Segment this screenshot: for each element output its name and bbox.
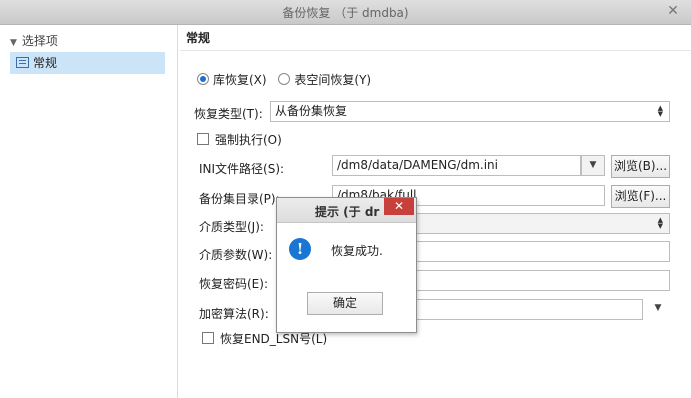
force-exec-label: 强制执行(O) xyxy=(215,133,282,147)
dialog-message: 恢复成功. xyxy=(331,244,383,258)
list-icon xyxy=(16,57,29,68)
dialog-title: 提示 (于 dr xyxy=(315,205,380,219)
window-close-icon[interactable]: ✕ xyxy=(661,2,685,20)
backup-dir-label: 备份集目录(P): xyxy=(199,192,280,206)
spinner-arrows-icon: ▲ ▼ xyxy=(657,216,663,230)
restore-type-label: 恢复类型(T): xyxy=(194,107,263,121)
checkbox-icon[interactable] xyxy=(202,332,214,344)
ini-path-label: INI文件路径(S): xyxy=(199,162,285,176)
tree-header-label: 选择项 xyxy=(21,34,58,48)
encrypt-alg-label: 加密算法(R): xyxy=(199,307,269,321)
radio-unselected-icon[interactable] xyxy=(278,73,291,85)
media-type-label: 介质类型(J): xyxy=(199,220,264,234)
radio-db-restore-label: 库恢复(X) xyxy=(213,73,267,87)
encrypt-alg-dropdown-icon[interactable]: ▼ xyxy=(646,299,670,320)
browse-backup-dir-button[interactable]: 浏览(F)... xyxy=(611,185,670,208)
chevron-down-icon[interactable]: ▼ xyxy=(10,38,17,48)
restore-type-value: 从备份集恢复 xyxy=(275,104,348,118)
tree-header[interactable]: ▼ 选择项 xyxy=(10,32,58,49)
ini-path-dropdown-icon[interactable]: ▼ xyxy=(581,155,605,176)
radio-selected-icon[interactable] xyxy=(197,73,209,85)
spinner-arrows-icon: ▲ ▼ xyxy=(657,104,663,118)
dialog-titlebar: 提示 (于 dr ✕ xyxy=(277,198,416,223)
force-exec-checkbox-row[interactable]: 强制执行(O) xyxy=(197,131,282,148)
window-title: 备份恢复 （于 dmdba) xyxy=(282,6,409,20)
checkbox-icon[interactable] xyxy=(197,133,209,145)
sidebar: ▼ 选择项 常规 xyxy=(0,25,178,398)
browse-ini-button[interactable]: 浏览(B)... xyxy=(611,155,670,178)
divider xyxy=(180,50,691,51)
radio-db-restore[interactable]: 库恢复(X) xyxy=(197,73,267,87)
window-titlebar: 备份恢复 （于 dmdba) ✕ xyxy=(0,0,691,25)
radio-tablespace-restore-label: 表空间恢复(Y) xyxy=(294,73,372,87)
section-title: 常规 xyxy=(186,31,211,45)
sidebar-item-label: 常规 xyxy=(33,56,58,70)
restore-password-label: 恢复密码(E): xyxy=(199,277,268,291)
sidebar-item-general[interactable]: 常规 xyxy=(10,52,165,74)
media-param-label: 介质参数(W): xyxy=(199,248,273,262)
end-lsn-label: 恢复END_LSN号(L) xyxy=(220,332,328,346)
dialog-close-icon[interactable]: ✕ xyxy=(384,198,414,215)
radio-tablespace-restore[interactable]: 表空间恢复(Y) xyxy=(278,73,371,87)
ini-path-input[interactable]: /dm8/data/DAMENG/dm.ini xyxy=(332,155,581,176)
info-icon: ! xyxy=(289,238,311,260)
restore-mode-group: 库恢复(X) 表空间恢复(Y) xyxy=(197,71,371,88)
restore-type-select[interactable]: 从备份集恢复 ▲ ▼ xyxy=(270,101,670,122)
info-dialog: 提示 (于 dr ✕ ! 恢复成功. 确定 xyxy=(276,197,417,333)
ok-button[interactable]: 确定 xyxy=(307,292,383,315)
